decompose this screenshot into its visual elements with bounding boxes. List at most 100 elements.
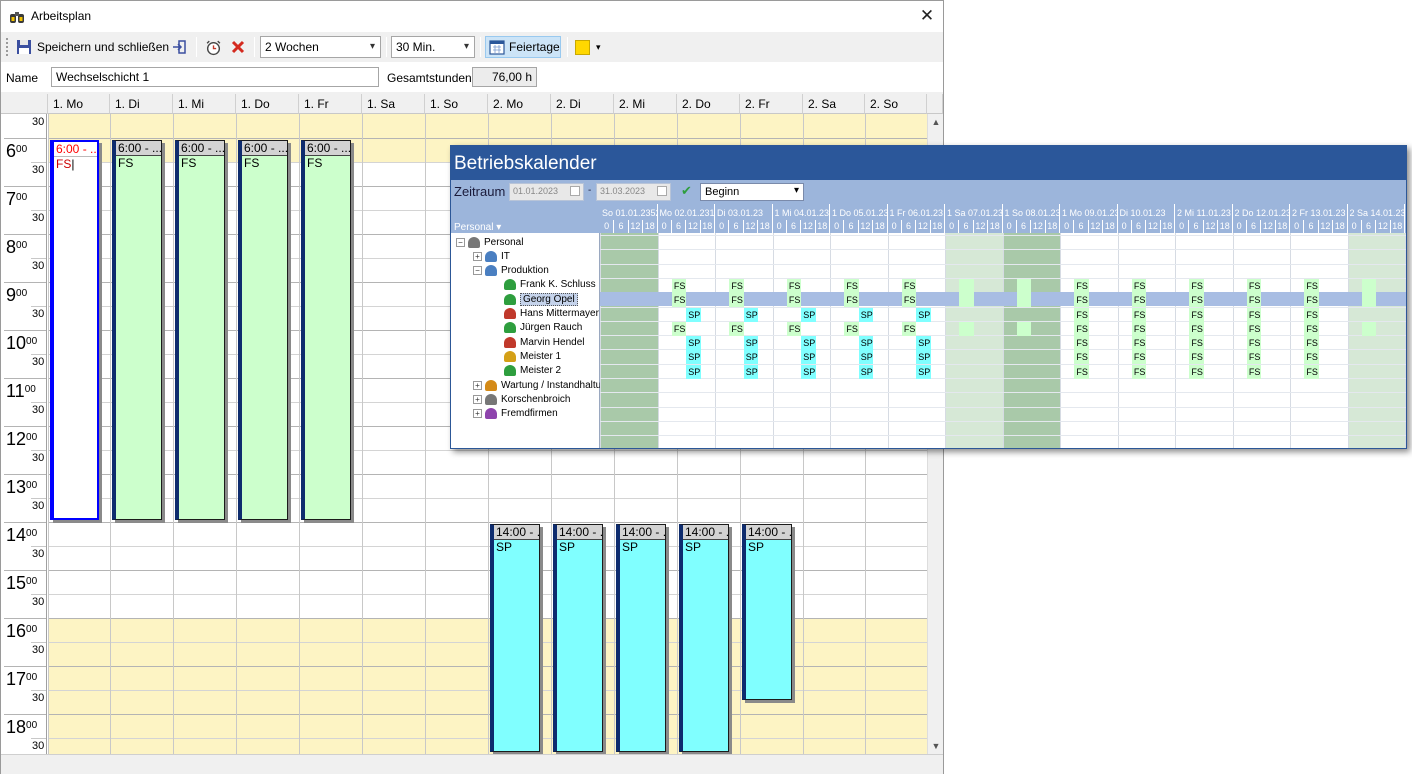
mode-select[interactable]: Beginn ▾ — [700, 183, 804, 201]
date-to-field[interactable]: 31.03.2023 — [596, 183, 671, 201]
tree-header[interactable]: Personal ▾ — [451, 204, 600, 233]
save-and-close-button[interactable]: Speichern und schließen — [16, 36, 169, 58]
shift-block[interactable]: 6:00 - ... FS| — [50, 140, 99, 520]
tree-item[interactable]: Jürgen Rauch — [504, 321, 582, 335]
shift-block[interactable]: 14:00 - ...SP — [679, 524, 729, 752]
apply-check-icon[interactable]: ✔ — [681, 183, 692, 199]
tree-item[interactable]: + Fremdfirmen — [473, 407, 558, 421]
period-select[interactable]: 2 Wochen ▾ — [260, 36, 381, 58]
person-icon — [485, 393, 497, 405]
collapse-icon[interactable]: − — [473, 266, 482, 276]
shift-time: 6:00 - ... — [242, 141, 287, 156]
day-header[interactable]: 1. Fr — [299, 94, 362, 114]
bk-title: Betriebskalender — [451, 146, 1406, 180]
collapse-icon[interactable]: − — [456, 237, 465, 247]
shift-block[interactable]: 14:00 - ...SP — [616, 524, 666, 752]
tree-item[interactable]: + IT — [473, 249, 510, 263]
expand-icon[interactable]: + — [473, 251, 482, 261]
day-header[interactable]: 1. Do — [236, 94, 299, 114]
tree-item[interactable]: Meister 2 — [504, 364, 561, 378]
day-header[interactable]: 2. Mo — [488, 94, 551, 114]
tree-item[interactable]: Hans Mittermayer — [504, 307, 599, 321]
bk-hour-tick: 18 — [643, 220, 658, 233]
day-header[interactable]: 1. Mo — [48, 94, 110, 114]
color-picker-button[interactable]: ▾ — [575, 36, 601, 58]
expand-icon[interactable]: + — [473, 409, 482, 419]
period-label: Zeitraum — [454, 184, 506, 199]
day-header[interactable]: 1. Sa — [362, 94, 425, 114]
tree-item[interactable]: Meister 1 — [504, 349, 561, 363]
minute-label: 30 — [32, 692, 45, 704]
time-divider — [31, 450, 46, 451]
close-window-button[interactable]: ✕ — [915, 4, 939, 28]
tree-item[interactable]: − Produktion — [473, 264, 549, 278]
toolbar-grip[interactable] — [6, 38, 9, 56]
shift-cell: FS — [844, 321, 859, 336]
delete-button[interactable] — [230, 36, 246, 58]
shift-cell: FS — [671, 278, 687, 293]
day-header[interactable]: 2. Do — [677, 94, 740, 114]
bk-tree-panel: Personal ▾ − Personal + IT − Produktion Frank … — [451, 204, 601, 448]
expand-icon[interactable]: + — [473, 380, 482, 390]
tree-item[interactable]: + Wartung / Instandhaltu — [473, 378, 601, 392]
date-from-field[interactable]: 01.01.2023 — [509, 183, 584, 201]
shift-cell — [959, 321, 974, 336]
tree-item[interactable]: Frank K. Schluss — [504, 278, 596, 292]
shift-code: SP — [622, 540, 639, 554]
scroll-up-icon[interactable]: ▲ — [928, 114, 943, 130]
shift-cell: SP — [686, 364, 701, 379]
tree-item-label: Meister 1 — [520, 350, 562, 362]
tree-item[interactable]: Marvin Hendel — [504, 335, 584, 349]
shift-block[interactable]: 6:00 - ... FS — [112, 140, 162, 520]
exit-button[interactable] — [171, 36, 187, 58]
shift-block[interactable]: 6:00 - ... FS — [238, 140, 288, 520]
shift-cell: FS — [1074, 278, 1089, 293]
hour-number: 13 — [6, 477, 27, 497]
day-header[interactable]: 1. Di — [110, 94, 173, 114]
shift-block[interactable]: 6:00 - ... FS — [301, 140, 351, 520]
name-bar: Name Wechselschicht 1 Gesamtstunden 76,0… — [1, 62, 943, 92]
time-divider — [4, 330, 46, 331]
minute-label: 30 — [32, 164, 45, 176]
shift-block[interactable]: 14:00 - ...SP — [490, 524, 540, 752]
grid-line — [887, 233, 889, 448]
tree-item-label: Fremdfirmen — [501, 408, 558, 420]
shift-block[interactable]: 14:00 - ...SP — [553, 524, 603, 752]
expand-icon[interactable]: + — [473, 394, 482, 404]
shift-cell: SP — [743, 364, 759, 379]
tree-item[interactable]: + Korschenbroich — [473, 392, 570, 406]
day-header[interactable]: 1. So — [425, 94, 488, 114]
bk-hour-tick: 0 — [1232, 220, 1247, 233]
shift-cell: FS — [901, 293, 917, 308]
tree-item[interactable]: − Personal — [456, 235, 523, 249]
day-header[interactable]: 1. Mi — [173, 94, 236, 114]
time-divider — [31, 354, 46, 355]
time-divider — [31, 738, 46, 739]
shift-cell: FS — [1074, 364, 1089, 379]
shift-time: 6:00 - ... — [305, 141, 350, 156]
grid-line — [1060, 233, 1061, 448]
grid-line — [600, 235, 1406, 236]
reminder-button[interactable] — [205, 36, 222, 58]
day-header[interactable]: 2. Mi — [614, 94, 677, 114]
minute-label: 30 — [32, 452, 45, 464]
shift-block[interactable]: 6:00 - ... FS — [175, 140, 225, 520]
day-header[interactable]: 2. Di — [551, 94, 614, 114]
name-field[interactable]: Wechselschicht 1 — [51, 67, 379, 87]
interval-select[interactable]: 30 Min. ▾ — [391, 36, 475, 58]
shift-cell: FS — [901, 321, 917, 336]
bk-day-header: Di 10.01.23 — [1117, 204, 1175, 220]
day-header[interactable]: 2. So — [865, 94, 927, 114]
shift-block[interactable]: 14:00 - ...SP — [742, 524, 792, 700]
minute-label: 30 — [32, 116, 45, 128]
scroll-down-icon[interactable]: ▼ — [928, 738, 943, 754]
name-label: Name — [6, 71, 39, 85]
bk-calendar-grid[interactable]: So 01.01.2352 0 6 12 18 Mo 02.01.231 0 6 12 18 Di … — [600, 204, 1406, 448]
day-header[interactable]: 2. Fr — [740, 94, 803, 114]
grid-line — [236, 114, 237, 754]
holidays-toggle-button[interactable]: Feiertage — [485, 36, 561, 58]
day-header[interactable]: 2. Sa — [803, 94, 865, 114]
betriebskalender-window: Betriebskalender Zeitraum 01.01.2023 - 3… — [450, 145, 1407, 449]
bk-hour-tick: 6 — [1361, 220, 1377, 233]
tree-item[interactable]: Georg Opel — [504, 292, 578, 306]
